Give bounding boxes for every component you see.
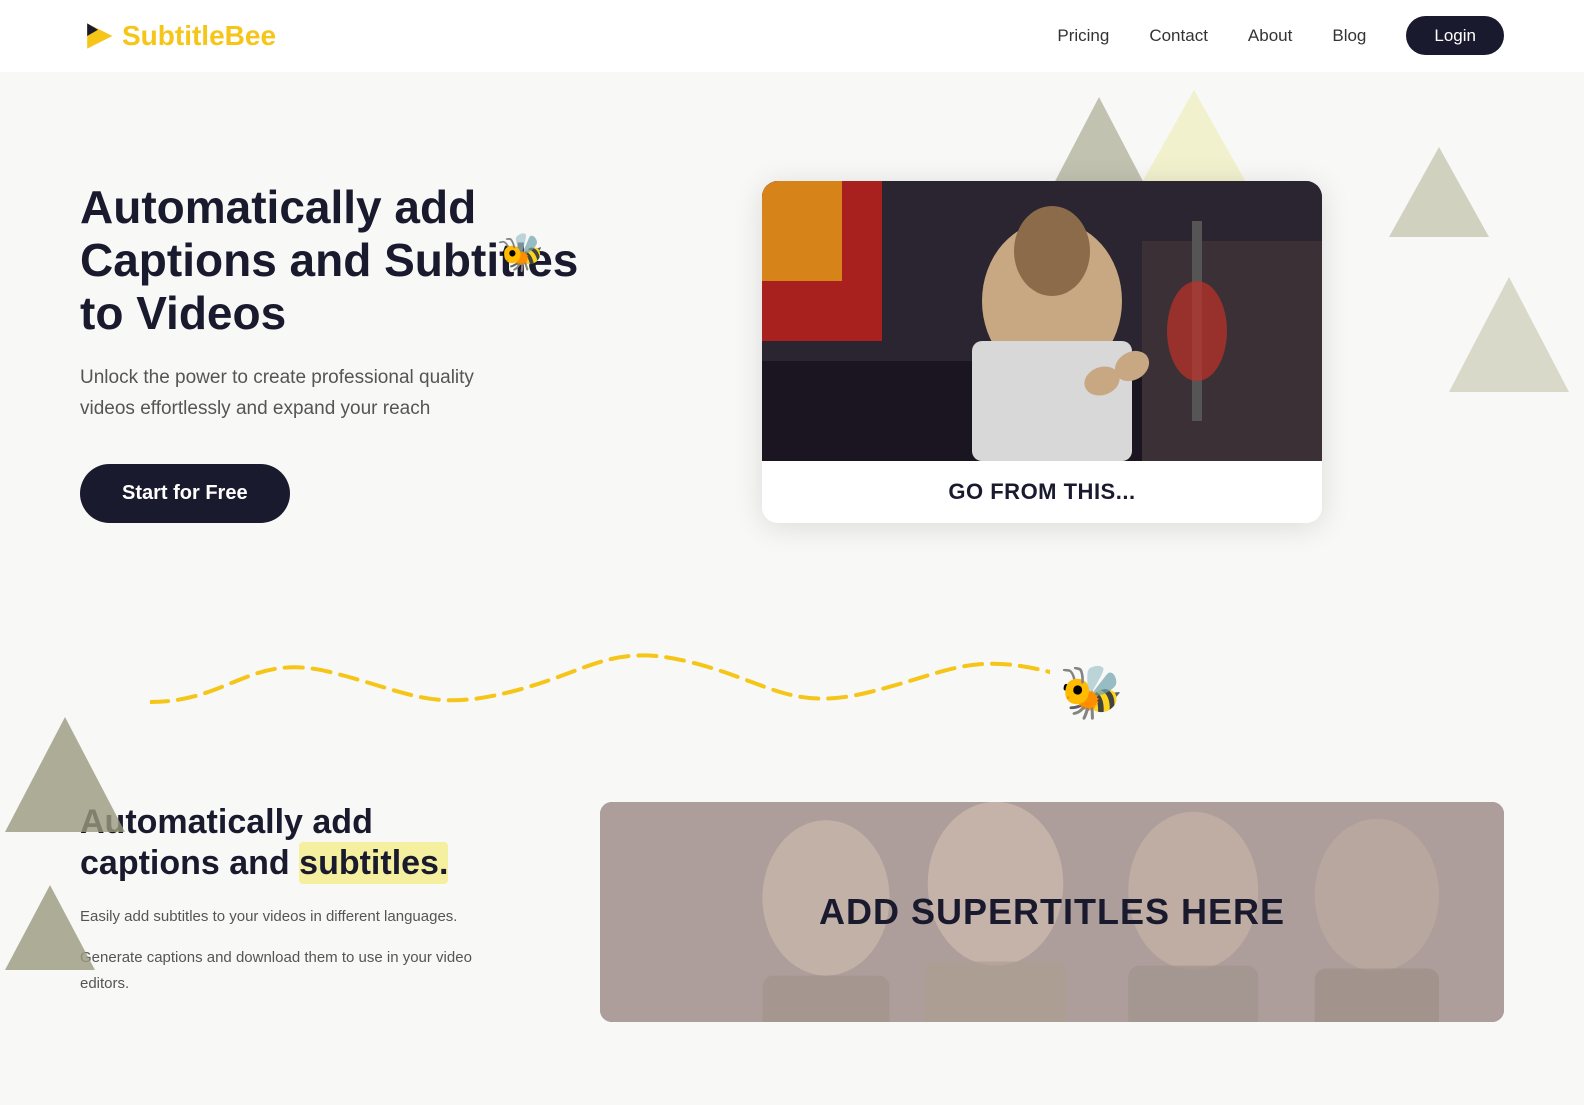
bee-large-icon: 🐝	[1059, 662, 1124, 723]
hero-subtitle: Unlock the power to create professional …	[80, 363, 520, 424]
features-section: Automatically add captions and subtitles…	[0, 742, 1584, 1062]
nav-blog[interactable]: Blog	[1332, 26, 1366, 45]
video-card: GO FROM THIS...	[762, 181, 1322, 523]
hero-content: Automatically add Captions and Subtitles…	[80, 181, 580, 523]
shape-gray-bottom-left	[0, 880, 100, 980]
logo[interactable]: SubtitleBee	[80, 18, 276, 54]
nav-about[interactable]: About	[1248, 26, 1292, 45]
hero-video-area: GO FROM THIS...	[580, 181, 1504, 523]
feature-desc-1: Easily add subtitles to your videos in d…	[80, 904, 520, 930]
logo-text: SubtitleBee	[122, 20, 276, 52]
start-for-free-button[interactable]: Start for Free	[80, 464, 290, 523]
video-caption-bar: GO FROM THIS...	[762, 461, 1322, 523]
feature-title-highlight: subtitles.	[299, 842, 448, 884]
navbar: SubtitleBee Pricing Contact About Blog L…	[0, 0, 1584, 72]
video-caption-text: GO FROM THIS...	[948, 479, 1135, 504]
feature-image-area: ADD SUPERTITLES HERE	[600, 802, 1504, 1022]
nav-contact[interactable]: Contact	[1149, 26, 1208, 45]
video-content	[762, 181, 1322, 461]
nav-pricing[interactable]: Pricing	[1057, 26, 1109, 45]
feature-image-label: ADD SUPERTITLES HERE	[819, 891, 1285, 933]
nav-links: Pricing Contact About Blog Login	[1057, 26, 1504, 46]
dashed-path-section: 🐝	[0, 612, 1584, 742]
feature-image-card: ADD SUPERTITLES HERE	[600, 802, 1504, 1022]
hero-section: 🐝 Automatically add Captions and Subtitl…	[0, 72, 1584, 612]
video-preview	[762, 181, 1322, 461]
feature-text: Automatically add captions and subtitles…	[80, 802, 520, 1012]
dashed-bee-path	[150, 622, 1050, 742]
feature-desc-2: Generate captions and download them to u…	[80, 945, 520, 996]
nav-login-button[interactable]: Login	[1406, 16, 1504, 55]
logo-icon	[80, 18, 116, 54]
feature-title: Automatically add captions and subtitles…	[80, 802, 520, 884]
shape-gray-left-triangle	[0, 712, 130, 842]
